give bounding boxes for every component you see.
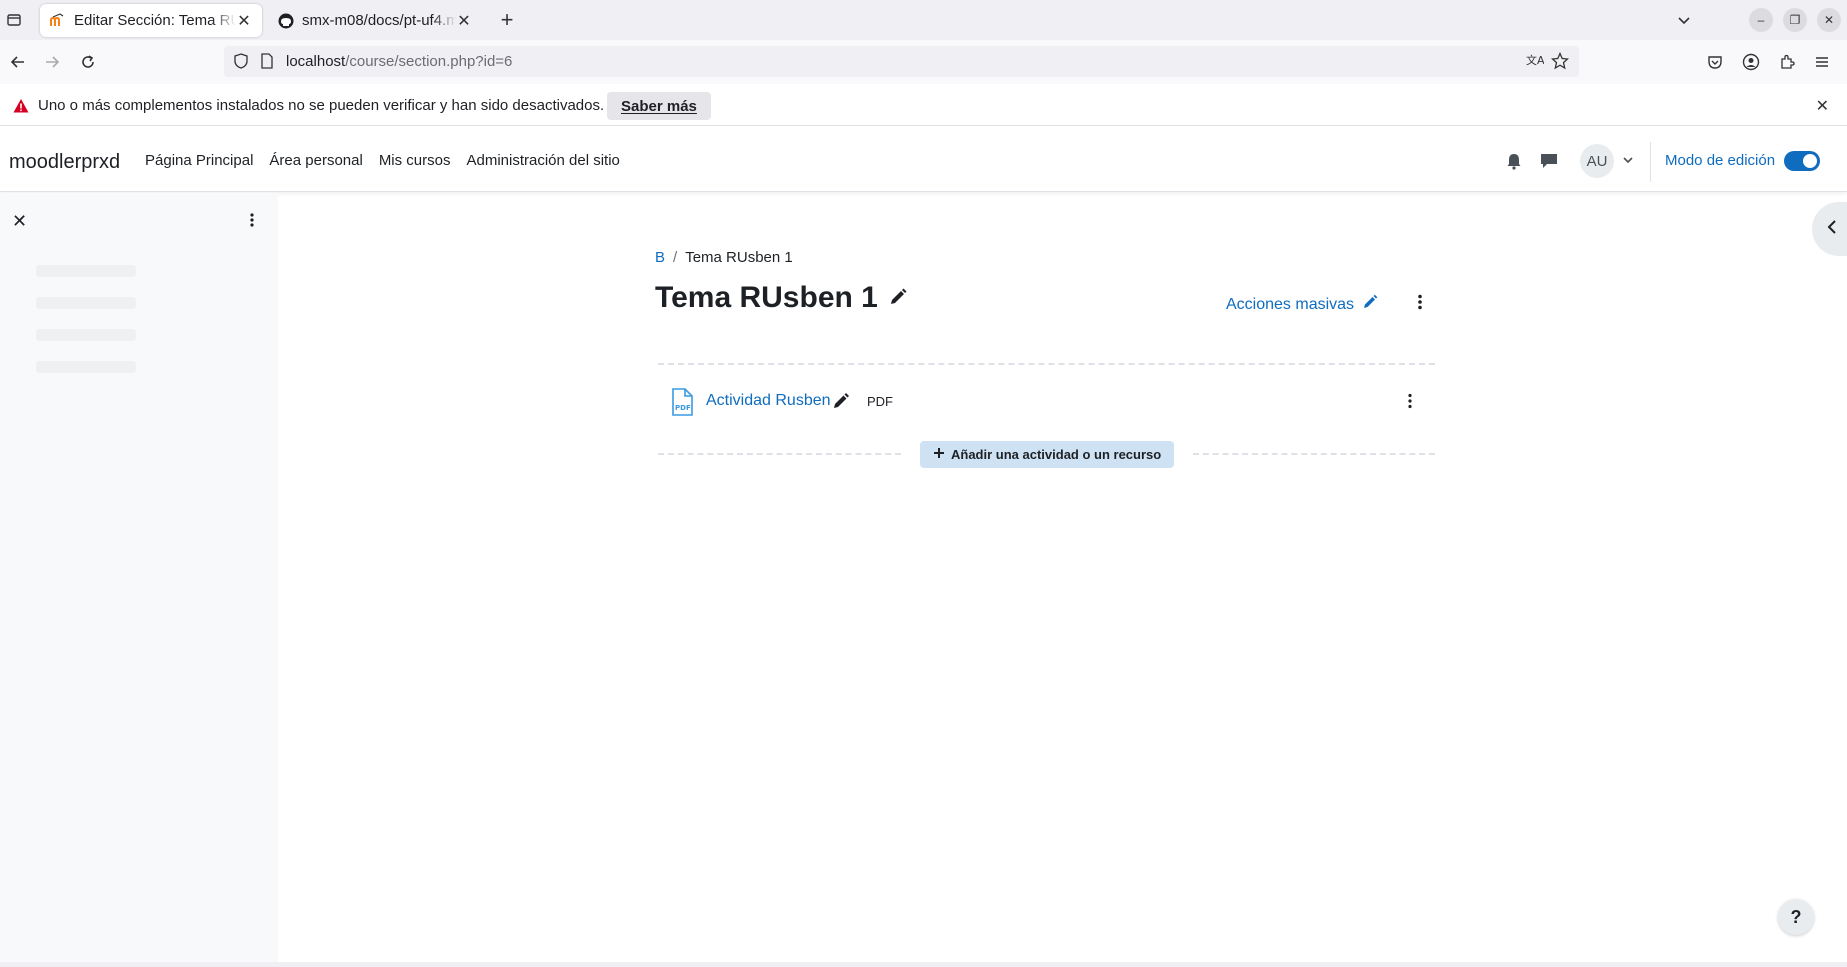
page-icon[interactable] bbox=[260, 53, 274, 74]
moodle-navbar: moodlerprxd Página Principal Área person… bbox=[0, 132, 1847, 192]
loading-placeholder bbox=[36, 329, 136, 341]
chevron-down-icon[interactable] bbox=[1672, 8, 1696, 32]
divider bbox=[1650, 142, 1651, 182]
more-options-icon[interactable] bbox=[244, 212, 260, 228]
bulk-actions-button[interactable]: Acciones masivas bbox=[1226, 294, 1378, 315]
close-drawer-icon[interactable]: ✕ bbox=[12, 211, 27, 232]
nav-link-home[interactable]: Página Principal bbox=[145, 152, 253, 169]
activity-link[interactable]: Actividad Rusben bbox=[706, 392, 831, 410]
section-divider bbox=[1193, 453, 1435, 455]
close-window-icon[interactable]: ✕ bbox=[1817, 8, 1841, 32]
close-icon[interactable]: ✕ bbox=[1816, 96, 1829, 116]
chevron-down-icon[interactable] bbox=[1622, 153, 1634, 165]
learn-more-button[interactable]: Saber más bbox=[607, 92, 711, 120]
edit-mode-label: Modo de edición bbox=[1665, 152, 1776, 169]
bulk-actions-label: Acciones masivas bbox=[1226, 295, 1355, 313]
url-bar[interactable]: localhost/course/section.php?id=6 文A bbox=[224, 46, 1579, 77]
moodle-icon bbox=[50, 12, 66, 29]
chat-icon[interactable] bbox=[1539, 152, 1559, 170]
pocket-icon[interactable] bbox=[1701, 48, 1729, 76]
loading-placeholder bbox=[36, 361, 136, 373]
pencil-icon[interactable] bbox=[888, 281, 908, 315]
pdf-file-icon: PDF bbox=[669, 388, 695, 421]
nav-link-my-courses[interactable]: Mis cursos bbox=[379, 152, 451, 169]
section-divider bbox=[658, 363, 1435, 365]
warning-message: Uno o más complementos instalados no se … bbox=[38, 97, 605, 114]
browser-tab[interactable]: smx-m08/docs/pt-uf4.md ✕ bbox=[268, 4, 482, 37]
restore-icon[interactable]: ❐ bbox=[1783, 8, 1807, 32]
page-title: Tema RUsben 1 bbox=[655, 281, 908, 315]
section-title: Tema RUsben 1 bbox=[655, 281, 878, 314]
section-divider bbox=[658, 453, 901, 455]
bell-icon[interactable] bbox=[1505, 152, 1523, 170]
help-button[interactable]: ? bbox=[1778, 899, 1814, 935]
warning-icon bbox=[13, 98, 29, 119]
github-icon bbox=[278, 13, 294, 29]
tab-title: Editar Sección: Tema RUsben 1 bbox=[74, 12, 236, 29]
close-tab-icon[interactable]: ✕ bbox=[456, 13, 472, 30]
extensions-icon[interactable] bbox=[1773, 48, 1801, 76]
chevron-left-icon bbox=[1826, 219, 1838, 240]
add-activity-label: Añadir una actividad o un recurso bbox=[951, 447, 1162, 462]
url-path: /course/section.php?id=6 bbox=[345, 53, 513, 70]
tab-title: smx-m08/docs/pt-uf4.md bbox=[302, 12, 456, 29]
minimize-icon[interactable]: – bbox=[1749, 8, 1773, 32]
browser-tab-active[interactable]: Editar Sección: Tema RUsben 1 ✕ bbox=[40, 4, 262, 37]
pencil-icon[interactable] bbox=[832, 392, 850, 410]
breadcrumb-separator: / bbox=[673, 249, 678, 266]
loading-placeholder bbox=[36, 265, 136, 277]
activity-more-options-icon[interactable] bbox=[1402, 393, 1418, 409]
breadcrumb: B / Tema RUsben 1 bbox=[655, 249, 793, 266]
breadcrumb-current: Tema RUsben 1 bbox=[685, 249, 793, 266]
avatar[interactable]: AU bbox=[1580, 144, 1614, 178]
add-activity-button[interactable]: Añadir una actividad o un recurso bbox=[920, 441, 1175, 468]
shield-icon[interactable] bbox=[233, 53, 249, 74]
pencil-icon bbox=[1362, 294, 1378, 315]
activity-type-badge: PDF bbox=[867, 394, 893, 409]
url-host: localhost bbox=[286, 53, 346, 70]
reload-icon[interactable] bbox=[74, 48, 102, 76]
plus-icon bbox=[933, 447, 945, 462]
svg-text:PDF: PDF bbox=[675, 404, 691, 412]
new-tab-icon[interactable]: + bbox=[495, 7, 519, 32]
edit-mode-toggle[interactable] bbox=[1784, 151, 1820, 171]
activity-item: PDF Actividad Rusben PDF bbox=[667, 386, 1417, 416]
primary-navigation: Página Principal Área personal Mis curso… bbox=[145, 152, 636, 169]
back-icon[interactable] bbox=[4, 48, 32, 76]
forward-icon[interactable] bbox=[38, 48, 66, 76]
translate-icon[interactable]: 文A bbox=[1526, 53, 1545, 74]
menu-icon[interactable] bbox=[1808, 48, 1836, 76]
breadcrumb-course-link[interactable]: B bbox=[655, 249, 665, 266]
nav-link-dashboard[interactable]: Área personal bbox=[269, 152, 362, 169]
site-brand[interactable]: moodlerprxd bbox=[9, 151, 120, 174]
close-tab-icon[interactable]: ✕ bbox=[236, 13, 252, 30]
svg-text:文A: 文A bbox=[1526, 53, 1544, 67]
browser-nav-bar: localhost/course/section.php?id=6 文A bbox=[0, 40, 1847, 84]
star-icon[interactable] bbox=[1550, 51, 1570, 75]
tab-list-icon[interactable] bbox=[0, 6, 28, 34]
section-more-options-icon[interactable] bbox=[1411, 293, 1429, 311]
open-block-drawer-button[interactable] bbox=[1812, 202, 1847, 256]
bottom-edge bbox=[0, 962, 1847, 967]
account-icon[interactable] bbox=[1737, 48, 1765, 76]
addon-warning-bar: Uno o más complementos instalados no se … bbox=[0, 86, 1847, 126]
nav-link-site-admin[interactable]: Administración del sitio bbox=[467, 152, 620, 169]
url-text[interactable]: localhost/course/section.php?id=6 bbox=[286, 53, 512, 70]
course-index-drawer: ✕ bbox=[0, 193, 278, 967]
browser-tab-bar: Editar Sección: Tema RUsben 1 ✕ smx-m08/… bbox=[0, 0, 1847, 40]
loading-placeholder bbox=[36, 297, 136, 309]
